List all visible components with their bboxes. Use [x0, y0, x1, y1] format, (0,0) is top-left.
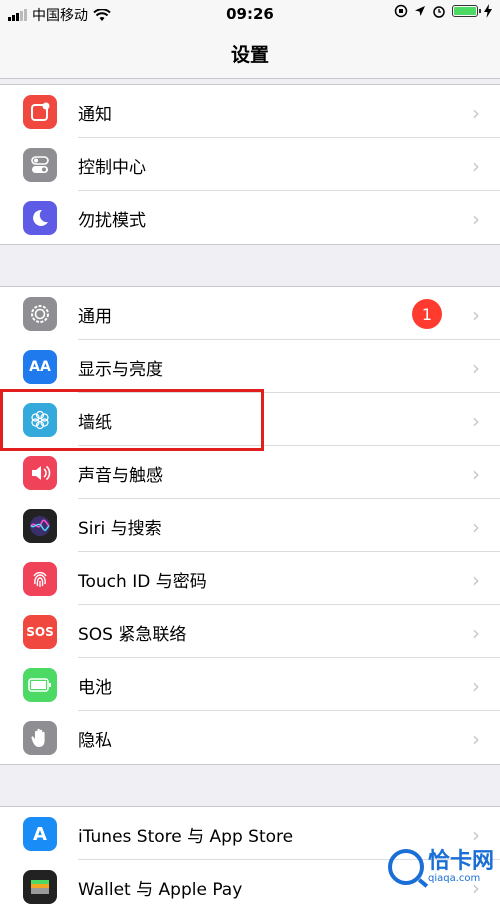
chevron-right-icon: › [472, 823, 480, 847]
location-icon [415, 6, 425, 16]
settings-row-general[interactable]: 通用 1 › [0, 287, 500, 340]
status-right [394, 4, 492, 18]
moon-icon [23, 201, 57, 235]
sos-icon: SOS [23, 615, 57, 649]
row-label: Touch ID 与密码 [78, 572, 207, 592]
row-label: 通知 [78, 105, 112, 125]
settings-row-privacy[interactable]: 隐私 › [0, 711, 500, 764]
highlight-annotation [0, 389, 264, 451]
row-label: SOS 紧急联络 [78, 625, 187, 645]
settings-group-2: 通用 1 › AA 显示与亮度 › 墙纸 › 声音与触感 › Siri 与搜索 … [0, 286, 500, 765]
row-label: Siri 与搜索 [78, 519, 162, 539]
watermark-sub: qiaqa.com [427, 872, 481, 884]
row-label: 声音与触感 [78, 466, 163, 486]
chevron-right-icon: › [472, 727, 480, 751]
chevron-right-icon: › [472, 568, 480, 592]
chevron-right-icon: › [472, 303, 480, 327]
watermark-logo: 恰卡网 qiaqa.com [387, 848, 494, 885]
notification-icon [23, 95, 57, 129]
row-label: 显示与亮度 [78, 360, 163, 380]
orientation-lock-icon [394, 4, 408, 18]
row-label: 电池 [78, 678, 112, 698]
watermark-text: 恰卡网 [427, 848, 494, 874]
settings-row-display-brightness[interactable]: AA 显示与亮度 › [0, 340, 500, 393]
fingerprint-icon [23, 562, 57, 596]
settings-row-sounds-haptics[interactable]: 声音与触感 › [0, 446, 500, 499]
chevron-right-icon: › [472, 621, 480, 645]
settings-group-1: 通知 › 控制中心 › 勿扰模式 › [0, 84, 500, 245]
row-label: 勿扰模式 [78, 211, 146, 231]
settings-row-touch-id[interactable]: Touch ID 与密码 › [0, 552, 500, 605]
battery-icon [452, 5, 481, 17]
siri-icon [23, 509, 57, 543]
hand-icon [23, 721, 57, 755]
chevron-right-icon: › [472, 409, 480, 433]
settings-row-notifications[interactable]: 通知 › [0, 85, 500, 138]
row-label: Wallet 与 Apple Pay [78, 880, 243, 900]
search-icon [387, 849, 424, 885]
chevron-right-icon: › [472, 207, 480, 231]
chevron-right-icon: › [472, 462, 480, 486]
chevron-right-icon: › [472, 154, 480, 178]
chevron-right-icon: › [472, 515, 480, 539]
chevron-right-icon: › [472, 674, 480, 698]
chevron-right-icon: › [472, 101, 480, 125]
wallet-icon [23, 870, 57, 904]
settings-row-siri-search[interactable]: Siri 与搜索 › [0, 499, 500, 552]
row-label: 控制中心 [78, 158, 146, 178]
settings-row-control-center[interactable]: 控制中心 › [0, 138, 500, 191]
nav-bar: 设置 [0, 28, 500, 79]
row-label: 通用 [78, 307, 112, 327]
control-center-icon [23, 148, 57, 182]
charging-icon [484, 4, 492, 18]
chevron-right-icon: › [472, 356, 480, 380]
gear-icon [23, 297, 57, 331]
app-store-icon: A [23, 817, 57, 851]
speaker-icon [23, 456, 57, 490]
row-label: 隐私 [78, 731, 112, 751]
page-title: 设置 [230, 43, 269, 66]
battery-icon [23, 668, 57, 702]
notification-badge: 1 [412, 299, 442, 329]
settings-row-emergency-sos[interactable]: SOS SOS 紧急联络 › [0, 605, 500, 658]
status-bar: 中国移动 09:26 [0, 0, 500, 28]
row-label: iTunes Store 与 App Store [78, 827, 294, 847]
settings-row-do-not-disturb[interactable]: 勿扰模式 › [0, 191, 500, 244]
alarm-icon [433, 6, 445, 18]
display-icon: AA [23, 350, 57, 384]
settings-row-battery[interactable]: 电池 › [0, 658, 500, 711]
